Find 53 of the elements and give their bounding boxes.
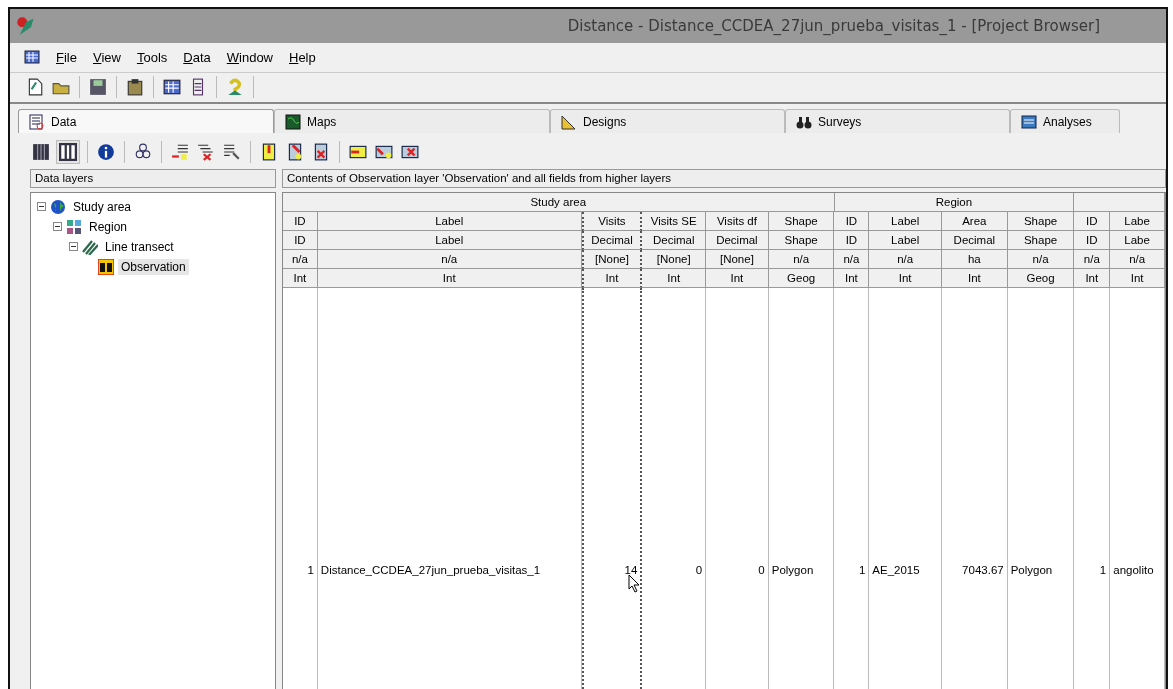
table-cell: Polygon (1007, 287, 1075, 689)
table-cell: 7043.67 (942, 287, 1008, 689)
menu-item[interactable]: File (56, 49, 77, 65)
table-cell: Distance_CCDEA_27jun_prueba_visitas_1 (317, 287, 582, 689)
table-cell: 1 (834, 287, 870, 689)
collapse-toggle[interactable] (69, 242, 78, 252)
triangle-icon (561, 113, 577, 130)
collapse-toggle[interactable] (53, 222, 62, 232)
map-icon (285, 113, 301, 130)
column-storage: Int (283, 268, 318, 288)
group-header: Region (834, 192, 1075, 212)
tree-item[interactable]: Study area (70, 198, 135, 215)
column-storage: Int (706, 268, 769, 288)
diagonal-lines-icon (82, 238, 98, 255)
tab[interactable]: Designs (550, 109, 785, 134)
pane-header: Contents of Observation layer 'Observation' and all fields from higher layers (282, 168, 1166, 188)
column-units: [None] (706, 249, 769, 269)
tab[interactable]: Surveys (785, 109, 1010, 134)
tab[interactable]: Maps (274, 109, 550, 134)
window-icon (1021, 113, 1037, 130)
tree-item[interactable]: Observation (118, 258, 189, 275)
table-cell: 1 (1074, 287, 1111, 689)
column-units: n/a (283, 249, 318, 269)
pane-header: Data layers (30, 168, 276, 188)
menu-item[interactable]: Help (289, 49, 316, 65)
table-cell: 0 (642, 287, 707, 689)
menu-item[interactable]: Window (226, 49, 273, 65)
table-cell: Polygon (768, 287, 835, 689)
menu-item[interactable]: Tools (136, 49, 168, 65)
globe-icon (50, 198, 66, 215)
tree-item[interactable]: Region (86, 218, 131, 235)
columns-icon[interactable] (56, 140, 80, 165)
table-cell: angolito (1110, 287, 1165, 689)
table-cell: 0 (706, 287, 769, 689)
table-icon (29, 113, 45, 130)
column-type: ID (283, 230, 318, 250)
mouse-pointer-icon (627, 573, 640, 593)
region-squares-icon (66, 218, 82, 235)
app-logo-icon (16, 16, 36, 37)
collapse-toggle[interactable] (37, 202, 46, 212)
column-header: ID (283, 211, 318, 231)
window-title: Distance - Distance_CCDEA_27jun_prueba_visitas_1 - [Project Browser] (567, 17, 1100, 36)
tree-item[interactable]: Line transect (102, 238, 177, 255)
tab[interactable]: Data (18, 109, 274, 134)
tab[interactable]: Analyses (1010, 109, 1120, 134)
table-cell: AE_2015 (869, 287, 942, 689)
group-header: Study area (283, 192, 835, 212)
menu-item[interactable]: View (92, 49, 121, 65)
column-type: Decimal (706, 230, 769, 250)
menu-item[interactable]: Data (183, 49, 211, 65)
table-cell: 1 (283, 287, 318, 689)
column-header: Visits df (706, 211, 769, 231)
table-cell: 14 (581, 287, 643, 689)
